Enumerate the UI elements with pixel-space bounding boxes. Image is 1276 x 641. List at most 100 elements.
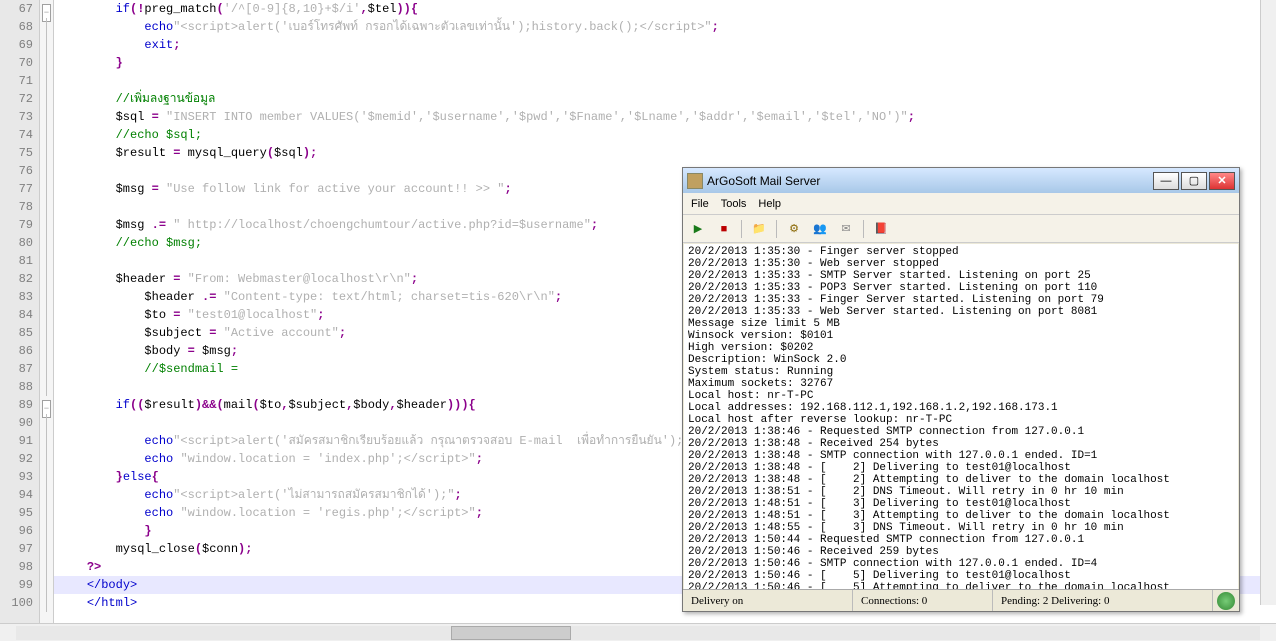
line-number: 93	[0, 468, 39, 486]
line-number: 82	[0, 270, 39, 288]
fold-cell[interactable]: −	[40, 0, 53, 18]
line-number: 74	[0, 126, 39, 144]
line-number: 88	[0, 378, 39, 396]
folder-icon[interactable]: 📁	[750, 220, 768, 238]
book-icon[interactable]: 📕	[872, 220, 890, 238]
status-delivery: Delivery on	[683, 590, 853, 611]
status-delivering: Delivering: 0	[1051, 595, 1109, 607]
line-number: 96	[0, 522, 39, 540]
users-icon[interactable]: 👥	[811, 220, 829, 238]
title-bar[interactable]: ArGoSoft Mail Server — ▢ ✕	[683, 168, 1239, 193]
fold-cell[interactable]: −	[40, 396, 53, 414]
line-number: 71	[0, 72, 39, 90]
fold-cell[interactable]	[40, 432, 53, 450]
scrollbar-thumb[interactable]	[451, 626, 571, 640]
fold-cell[interactable]	[40, 144, 53, 162]
fold-cell[interactable]	[40, 306, 53, 324]
fold-cell[interactable]	[40, 486, 53, 504]
line-number: 94	[0, 486, 39, 504]
fold-cell[interactable]	[40, 288, 53, 306]
minimize-button[interactable]: —	[1153, 172, 1179, 190]
fold-cell[interactable]	[40, 342, 53, 360]
log-area[interactable]: 20/2/2013 1:35:30 - Finger server stoppe…	[684, 244, 1238, 589]
toolbar: ▶ ■ 📁 ⚙ 👥 ✉ 📕	[683, 215, 1239, 243]
fold-cell[interactable]	[40, 90, 53, 108]
code-line[interactable]: $sql = "INSERT INTO member VALUES('$memi…	[54, 108, 1276, 126]
line-number: 86	[0, 342, 39, 360]
status-pending: Pending: 2	[1001, 595, 1048, 607]
menu-bar: File Tools Help	[683, 193, 1239, 215]
fold-cell[interactable]	[40, 180, 53, 198]
line-number-gutter: 6768697071727374757677787980818283848586…	[0, 0, 40, 623]
fold-cell[interactable]	[40, 234, 53, 252]
line-number: 92	[0, 450, 39, 468]
play-icon[interactable]: ▶	[689, 220, 707, 238]
status-bar: Delivery on Connections: 0 Pending: 2 De…	[683, 589, 1239, 611]
horizontal-scrollbar[interactable]	[0, 623, 1276, 641]
mail-icon[interactable]: ✉	[837, 220, 855, 238]
stop-icon[interactable]: ■	[715, 220, 733, 238]
fold-cell[interactable]	[40, 36, 53, 54]
fold-cell[interactable]	[40, 162, 53, 180]
code-line[interactable]: //echo $sql;	[54, 126, 1276, 144]
fold-cell[interactable]	[40, 594, 53, 612]
menu-help[interactable]: Help	[758, 198, 781, 210]
code-line[interactable]: $result = mysql_query($sql);	[54, 144, 1276, 162]
argosoft-logo-icon	[1217, 592, 1235, 610]
code-line[interactable]: }	[54, 54, 1276, 72]
line-number: 95	[0, 504, 39, 522]
fold-cell[interactable]	[40, 378, 53, 396]
line-number: 87	[0, 360, 39, 378]
fold-cell[interactable]	[40, 522, 53, 540]
menu-tools[interactable]: Tools	[721, 198, 747, 210]
line-number: 67	[0, 0, 39, 18]
line-number: 72	[0, 90, 39, 108]
line-number: 80	[0, 234, 39, 252]
line-number: 75	[0, 144, 39, 162]
code-line[interactable]: //เพิ่มลงฐานข้อมูล	[54, 90, 1276, 108]
fold-cell[interactable]	[40, 270, 53, 288]
fold-cell[interactable]	[40, 414, 53, 432]
line-number: 85	[0, 324, 39, 342]
line-number: 76	[0, 162, 39, 180]
fold-cell[interactable]	[40, 252, 53, 270]
fold-cell[interactable]	[40, 54, 53, 72]
line-number: 81	[0, 252, 39, 270]
vertical-scrollbar[interactable]	[1260, 0, 1276, 605]
fold-cell[interactable]	[40, 324, 53, 342]
fold-cell[interactable]	[40, 468, 53, 486]
line-number: 77	[0, 180, 39, 198]
line-number: 83	[0, 288, 39, 306]
mail-server-window: ArGoSoft Mail Server — ▢ ✕ File Tools He…	[682, 167, 1240, 612]
fold-cell[interactable]	[40, 108, 53, 126]
close-button[interactable]: ✕	[1209, 172, 1235, 190]
line-number: 100	[0, 594, 39, 612]
code-line[interactable]	[54, 72, 1276, 90]
fold-cell[interactable]	[40, 504, 53, 522]
fold-cell[interactable]	[40, 540, 53, 558]
code-line[interactable]: if(!preg_match('/^[0-9]{8,10}+$/i',$tel)…	[54, 0, 1276, 18]
fold-cell[interactable]	[40, 198, 53, 216]
fold-cell[interactable]	[40, 126, 53, 144]
menu-file[interactable]: File	[691, 198, 709, 210]
line-number: 90	[0, 414, 39, 432]
line-number: 78	[0, 198, 39, 216]
maximize-button[interactable]: ▢	[1181, 172, 1207, 190]
fold-cell[interactable]	[40, 576, 53, 594]
gear-icon[interactable]: ⚙	[785, 220, 803, 238]
fold-cell[interactable]	[40, 72, 53, 90]
line-number: 84	[0, 306, 39, 324]
window-title: ArGoSoft Mail Server	[707, 174, 1153, 188]
fold-cell[interactable]	[40, 360, 53, 378]
app-icon	[687, 173, 703, 189]
code-line[interactable]: exit;	[54, 36, 1276, 54]
line-number: 97	[0, 540, 39, 558]
code-line[interactable]: echo"<script>alert('เบอร์โทรศัพท์ กรอกได…	[54, 18, 1276, 36]
line-number: 73	[0, 108, 39, 126]
line-number: 68	[0, 18, 39, 36]
fold-column[interactable]: −−	[40, 0, 54, 623]
fold-cell[interactable]	[40, 450, 53, 468]
fold-cell[interactable]	[40, 558, 53, 576]
fold-cell[interactable]	[40, 216, 53, 234]
fold-cell[interactable]	[40, 18, 53, 36]
